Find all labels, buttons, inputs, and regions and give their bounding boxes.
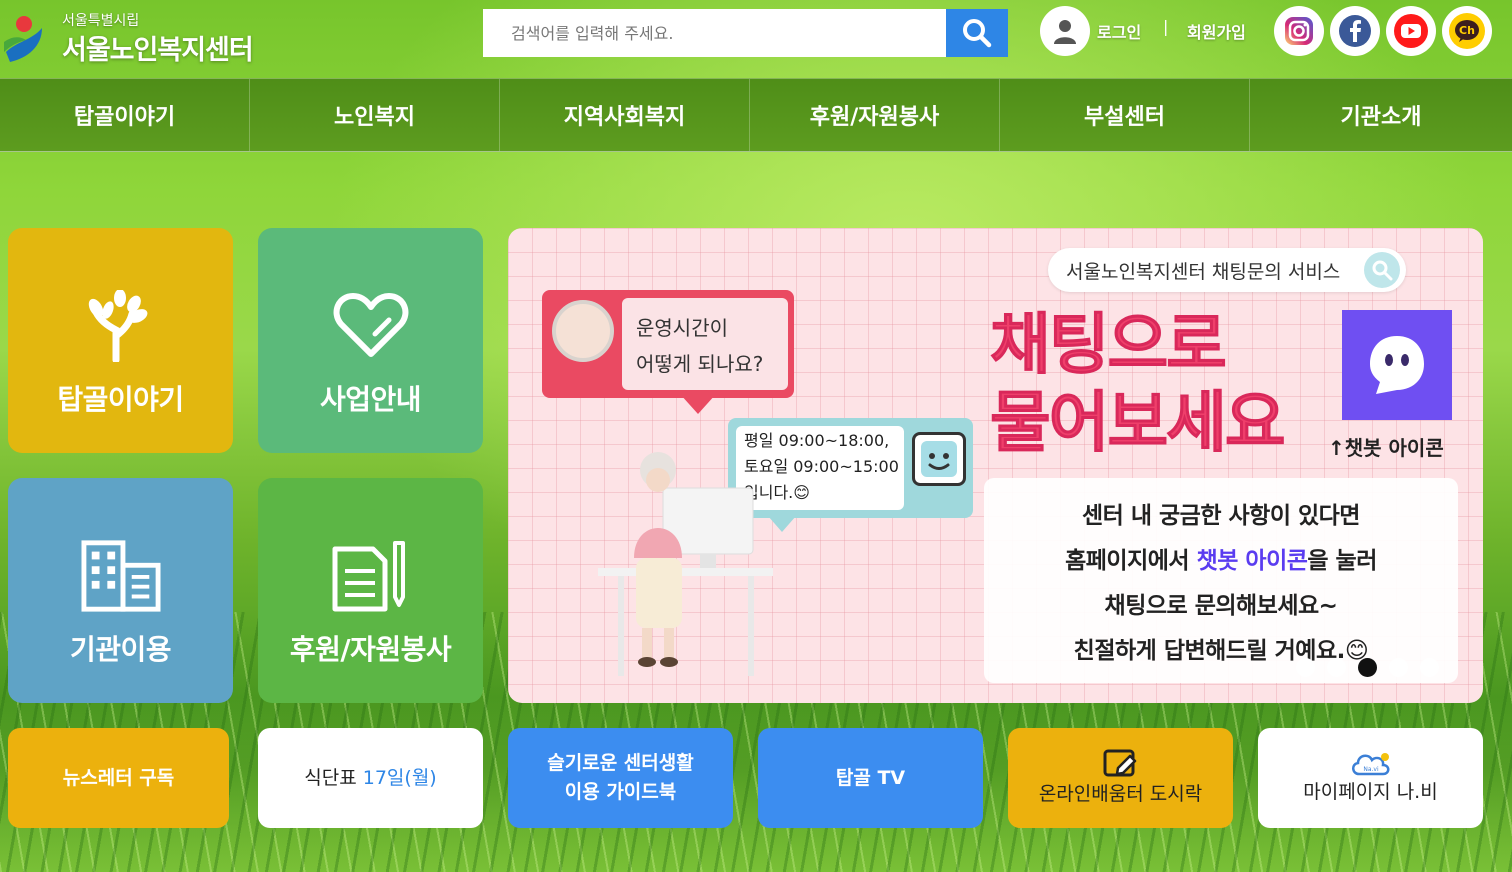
tapgol-tv-button[interactable]: 탑골 TV	[758, 728, 983, 828]
tile-facility-use[interactable]: 기관이용	[8, 478, 233, 703]
slider-dot-4[interactable]	[1389, 658, 1408, 677]
kakao-channel-icon: Ch	[1449, 13, 1485, 49]
menu-date: 17일(월)	[362, 766, 437, 789]
nav-item-senior-welfare[interactable]: 노인복지	[250, 79, 500, 151]
search-box	[483, 9, 1008, 57]
nav-item-about[interactable]: 기관소개	[1250, 79, 1512, 151]
tile-sponsor-volunteer[interactable]: 후원/자원봉사	[258, 478, 483, 703]
heart-icon	[333, 293, 408, 357]
user-avatar[interactable]	[1040, 6, 1090, 56]
banner-info-card: 센터 내 궁금한 사항이 있다면 홈페이지에서 챗봇 아이콘을 눌러 채팅으로 …	[984, 478, 1458, 683]
user-icon	[1054, 20, 1076, 44]
instagram-icon	[1285, 17, 1313, 45]
login-link[interactable]: 로그인	[1097, 19, 1141, 43]
tile-tapgol-story[interactable]: 탑골이야기	[8, 228, 233, 453]
slider-dot-2[interactable]	[1327, 658, 1346, 677]
kakao-channel-link[interactable]: Ch	[1442, 6, 1492, 56]
nav-item-community-welfare[interactable]: 지역사회복지	[500, 79, 750, 151]
header-separator: |	[1163, 17, 1169, 36]
grandmother-avatar	[552, 300, 614, 362]
guidebook-button[interactable]: 슬기로운 센터생활 이용 가이드북	[508, 728, 733, 828]
card-line-2: 홈페이지에서 챗봇 아이콘을 눌러	[1065, 548, 1377, 574]
chat-service-banner[interactable]: 서울노인복지센터 채팅문의 서비스 채팅으로 물어보세요 ↑챗봇 아이콘 운영시…	[508, 228, 1483, 703]
site-logo[interactable]: 서울특별시립 서울노인복지센터	[0, 4, 280, 70]
chatbot-icon-box	[1342, 310, 1452, 420]
svg-text:Ch: Ch	[1459, 24, 1475, 37]
question-line-2: 어떻게 되나요?	[636, 352, 764, 376]
svg-text:Na.vi: Na.vi	[1363, 766, 1379, 773]
logo-subtitle: 서울특별시립	[62, 13, 140, 29]
main-nav: 탑골이야기 노인복지 지역사회복지 후원/자원봉사 부설센터 기관소개	[0, 78, 1512, 152]
document-pen-icon	[332, 541, 405, 612]
tile-label: 사업안내	[319, 383, 422, 416]
banner-headline-line-2: 물어보세요	[990, 384, 1287, 462]
banner-pill: 서울노인복지센터 채팅문의 서비스	[1048, 248, 1406, 292]
youtube-icon	[1394, 14, 1428, 48]
slider-dot-5[interactable]	[1420, 658, 1439, 677]
edit-document-icon	[1103, 749, 1136, 776]
tree-icon	[88, 290, 147, 362]
menu-label: 식단표 17일(월)	[304, 766, 437, 789]
header: 서울특별시립 서울노인복지센터 로그인 | 회원가입	[0, 0, 1512, 78]
newsletter-label: 뉴스레터 구독	[62, 766, 175, 789]
search-icon	[963, 19, 992, 48]
logo-mark-icon	[4, 16, 42, 62]
chatbot-icon	[1370, 336, 1424, 394]
chatbot-highlight: 챗봇 아이콘	[1196, 548, 1308, 574]
signup-link[interactable]: 회원가입	[1187, 19, 1246, 43]
tile-label: 후원/자원봉사	[289, 633, 452, 666]
nav-item-tapgol-story[interactable]: 탑골이야기	[0, 79, 250, 151]
mypage-label: 마이페이지 나.비	[1303, 780, 1438, 803]
robot-face-icon	[921, 441, 957, 477]
card-line-1: 센터 내 궁금한 사항이 있다면	[1082, 503, 1360, 529]
logo-title: 서울노인복지센터	[62, 35, 254, 66]
building-icon	[80, 540, 161, 612]
card-line-3: 채팅으로 문의해보세요~	[1104, 593, 1338, 619]
chatbot-icon-caption: ↑챗봇 아이콘	[1328, 436, 1444, 460]
youtube-link[interactable]	[1386, 6, 1436, 56]
tapgol-tv-label: 탑골 TV	[835, 766, 906, 789]
online-lunchbox-label: 온라인배움터 도시락	[1038, 782, 1203, 805]
instagram-link[interactable]	[1274, 6, 1324, 56]
question-line-1: 운영시간이	[636, 316, 728, 340]
tile-label: 기관이용	[69, 633, 172, 666]
online-lunchbox-button[interactable]: 온라인배움터 도시락	[1008, 728, 1233, 828]
guidebook-line-2: 이용 가이드북	[564, 781, 677, 803]
nav-item-affiliated-centers[interactable]: 부설센터	[1000, 79, 1250, 151]
mypage-button[interactable]: Na.vi 마이페이지 나.비	[1258, 728, 1483, 828]
slider-pagination	[1296, 658, 1439, 677]
slider-dot-3[interactable]	[1358, 658, 1377, 677]
facebook-icon	[1339, 15, 1371, 47]
question-bubble: 운영시간이 어떻게 되나요?	[542, 290, 794, 398]
menu-button[interactable]: 식단표 17일(월)	[258, 728, 483, 828]
facebook-link[interactable]	[1330, 6, 1380, 56]
tile-label: 탑골이야기	[57, 383, 184, 416]
cloud-icon: Na.vi	[1351, 752, 1389, 775]
banner-pill-text: 서울노인복지센터 채팅문의 서비스	[1066, 260, 1341, 283]
search-icon	[1372, 260, 1393, 281]
tile-programs[interactable]: 사업안내	[258, 228, 483, 453]
banner-headline-line-1: 채팅으로	[990, 306, 1228, 384]
nav-item-sponsor-volunteer[interactable]: 후원/자원봉사	[750, 79, 1000, 151]
guidebook-line-1: 슬기로운 센터생활	[547, 752, 694, 774]
grandmother-at-desk-illustration	[598, 452, 773, 676]
slider-dot-1[interactable]	[1296, 658, 1315, 677]
search-button[interactable]	[946, 9, 1008, 57]
newsletter-button[interactable]: 뉴스레터 구독	[8, 728, 229, 828]
banner-headline: 채팅으로 물어보세요	[990, 306, 1287, 462]
search-input[interactable]	[483, 9, 946, 57]
